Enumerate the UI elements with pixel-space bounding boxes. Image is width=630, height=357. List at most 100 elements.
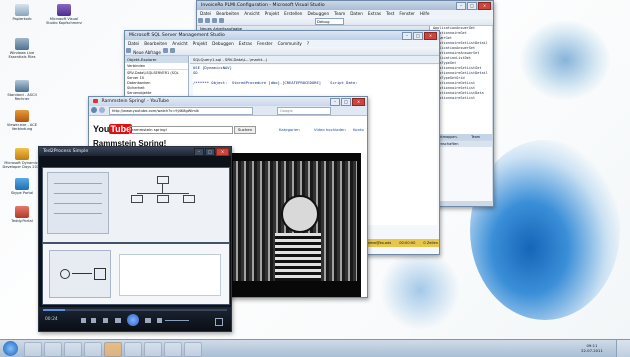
mute-icon[interactable] [157, 318, 162, 323]
solution-item[interactable]: QuestionnaireSetList [433, 96, 492, 101]
menu-item[interactable]: Erstellen [284, 10, 302, 17]
nav-account-link[interactable]: Konto [353, 127, 364, 132]
menu-item[interactable]: Projekt [193, 40, 207, 47]
volume-slider[interactable] [165, 320, 189, 321]
taskbar-visual-studio-icon[interactable] [144, 342, 162, 357]
nav-upload-link[interactable]: Video hochladen [314, 127, 346, 132]
save-icon[interactable] [212, 18, 217, 23]
back-icon[interactable] [91, 107, 97, 113]
menu-item[interactable]: Fenster [257, 40, 273, 47]
taskbar-firefox-icon[interactable] [104, 342, 122, 357]
menu-item[interactable]: Bearbeiten [216, 10, 239, 17]
minimize-button[interactable]: – [194, 148, 204, 156]
taskbar-folder-icon[interactable] [64, 342, 82, 357]
menu-item[interactable]: Bearbeiten [144, 40, 167, 47]
maximize-button[interactable]: □ [205, 148, 215, 156]
visual-studio-icon [57, 4, 71, 16]
browser-search-field[interactable]: Google [277, 107, 331, 115]
menu-item[interactable]: Extras [239, 40, 252, 47]
nav-categories-link[interactable]: Kategorien [279, 127, 300, 132]
browser-navbar: http://www.youtube.com/watch?v=9j4K8gWlm… [89, 106, 367, 116]
menu-item[interactable]: Ansicht [172, 40, 187, 47]
youtube-video-player[interactable] [229, 153, 361, 297]
desktop-icon-teddy-portal[interactable]: Teddy.Portal [2, 206, 42, 223]
youtube-logo[interactable]: YouTube [93, 124, 133, 134]
address-bar[interactable]: http://www.youtube.com/watch?v=9j4K8gWlm… [109, 107, 253, 115]
forward-icon[interactable] [99, 107, 105, 113]
desktop-icon-ascii-rechner[interactable]: Standard - ASCII Rechner [2, 80, 42, 101]
menu-item[interactable]: Extras [368, 10, 381, 17]
desktop-icon-ace-viewer[interactable]: Viewer.exe - ACE Verbindung [2, 110, 42, 131]
tab-team-explorer[interactable]: Team Explorer [471, 134, 493, 145]
seek-bar[interactable] [43, 309, 227, 311]
maximize-button[interactable]: □ [467, 2, 477, 10]
desktop-icon-label: Standard - ASCII Rechner [7, 93, 37, 101]
youtube-search-input[interactable]: rammstein spring! [129, 126, 233, 134]
menu-item[interactable]: Test [386, 10, 394, 17]
fullscreen-icon[interactable] [215, 318, 223, 326]
taskbar-clock[interactable]: 09:11 22.07.2011 [572, 343, 612, 353]
close-button[interactable]: × [424, 32, 437, 40]
visual-studio-toolbar: Debug [197, 17, 493, 26]
taskbar-media-player-icon[interactable] [184, 342, 202, 357]
close-button[interactable]: × [352, 98, 365, 106]
play-pause-button[interactable] [127, 314, 139, 326]
show-desktop-button[interactable] [616, 340, 630, 357]
close-button[interactable]: × [216, 148, 229, 156]
media-player-titlebar[interactable]: Ted2Process Simple – □ × [39, 147, 231, 156]
open-icon[interactable] [163, 48, 169, 53]
previous-icon[interactable] [115, 318, 121, 323]
maximize-button[interactable]: □ [413, 32, 423, 40]
wallpaper-ink-swirl [520, 20, 610, 100]
query-tab[interactable]: SQLQuery1.sql - SRV-Data\L...\markt...) [190, 56, 439, 64]
minimize-button[interactable]: – [456, 2, 466, 10]
desktop-icon-label: Windows Live Essentials Files [8, 51, 36, 59]
media-player-window[interactable]: Ted2Process Simple – □ × 00:24 [38, 146, 232, 332]
save-icon[interactable] [170, 48, 176, 53]
ssms-titlebar[interactable]: Microsoft SQL Server Management Studio –… [125, 31, 439, 40]
menu-item[interactable]: Team [334, 10, 345, 17]
shuffle-icon[interactable] [81, 318, 86, 323]
new-query-button[interactable]: Neue Abfrage [133, 50, 161, 55]
taskbar-ssms-icon[interactable] [164, 342, 182, 357]
desktop-icon-live-essentials[interactable]: Windows Live Essentials Files [2, 38, 42, 59]
tree-node[interactable]: SRV-Data\LSQLSERVER1 (SQL Server 10 [127, 71, 186, 81]
menu-item[interactable]: Fenster [399, 10, 415, 17]
desktop-icon-visual-studio[interactable]: Microsoft Visual Studio Kopfschmerz [44, 4, 84, 25]
visual-studio-titlebar[interactable]: InvoiceRo PLMI.Configuration - Microsoft… [197, 1, 493, 10]
taskbar-media-icon[interactable] [44, 342, 62, 357]
menu-item[interactable]: Debuggen [307, 10, 329, 17]
maximize-button[interactable]: □ [341, 98, 351, 106]
close-button[interactable]: × [478, 2, 491, 10]
menu-item[interactable]: Datei [128, 40, 139, 47]
taskbar-outlook-icon[interactable] [84, 342, 102, 357]
connect-button[interactable]: Verbinden [125, 63, 188, 70]
menu-item[interactable]: Projekt [265, 10, 279, 17]
browser-tab-title: Rammstein Spring! - YouTube [101, 99, 169, 104]
minimize-button[interactable]: – [330, 98, 340, 106]
browser-titlebar[interactable]: Rammstein Spring! - YouTube – □ × [89, 97, 367, 106]
next-icon[interactable] [145, 318, 151, 323]
minimize-button[interactable]: – [402, 32, 412, 40]
menu-item[interactable]: Hilfe [420, 10, 430, 17]
menu-item[interactable]: ? [307, 40, 309, 47]
desktop-icon-label: Microsoft Visual Studio Kopfschmerz [46, 17, 82, 25]
undo-icon[interactable] [219, 18, 224, 23]
menu-item[interactable]: Community [278, 40, 302, 47]
start-button[interactable] [3, 341, 18, 356]
config-select[interactable]: Debug [315, 18, 344, 25]
desktop-icon-recycle-bin[interactable]: Papierkorb [2, 4, 42, 21]
taskbar-app-icon[interactable] [124, 342, 142, 357]
desktop-icon-skype-portal[interactable]: Skype Portal [2, 178, 42, 195]
repeat-icon[interactable] [91, 318, 96, 323]
new-file-icon[interactable] [198, 18, 203, 23]
stop-icon[interactable] [103, 318, 108, 323]
menu-item[interactable]: Datei [200, 10, 211, 17]
menu-item[interactable]: Debuggen [212, 40, 234, 47]
taskbar-explorer-icon[interactable] [24, 342, 42, 357]
menu-item[interactable]: Ansicht [244, 10, 259, 17]
youtube-search-button[interactable]: Suchen [234, 126, 256, 134]
desktop-icon-dynamics-days[interactable]: Microsoft Dynamics Developer Days 2010 [2, 148, 42, 169]
open-icon[interactable] [205, 18, 210, 23]
menu-item[interactable]: Daten [350, 10, 363, 17]
